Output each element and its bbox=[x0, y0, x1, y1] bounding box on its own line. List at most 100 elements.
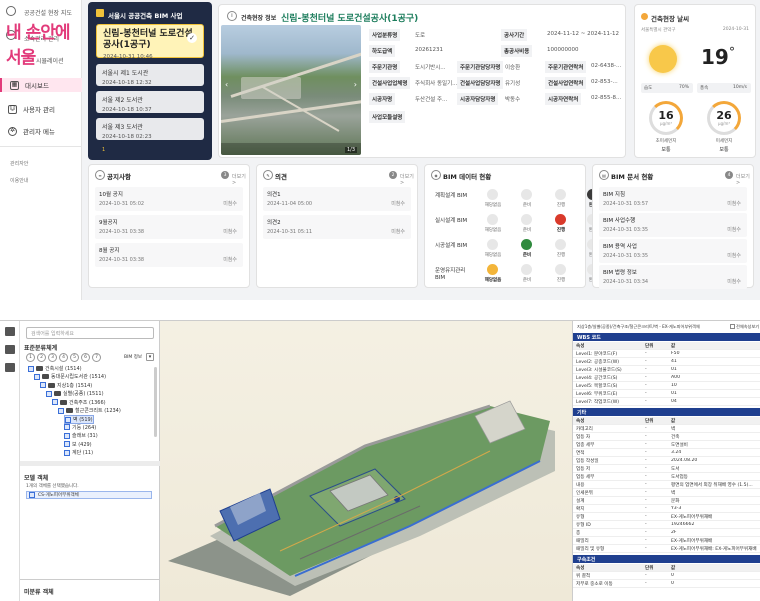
table-row[interactable]: 업등 저 - 도서 bbox=[573, 465, 760, 473]
table-row[interactable]: 저부로 중소로 이동 - 0 bbox=[573, 580, 760, 588]
nav-admin[interactable]: ✲ 관리자 메뉴 bbox=[8, 124, 55, 138]
level-button[interactable]: 2 bbox=[37, 353, 46, 362]
notices-more-link[interactable]: 더보기 > bbox=[232, 173, 249, 186]
minor-link-1[interactable]: 관리자안 bbox=[10, 160, 28, 167]
checkbox[interactable] bbox=[64, 441, 70, 448]
tree-node[interactable]: 계단 (11) bbox=[64, 449, 93, 456]
table-row[interactable]: Level5: 목할코드(S) - 10 bbox=[573, 382, 760, 390]
table-row[interactable]: Level6: 부위코드(E) - 01 bbox=[573, 390, 760, 398]
list-item[interactable]: 9월공지 2024-10-31 03:38 미첨수 bbox=[95, 215, 243, 239]
table-row[interactable]: 패밀리 - EX-게노피어부위재배 bbox=[573, 537, 760, 545]
checkbox[interactable] bbox=[64, 432, 70, 439]
checkbox[interactable] bbox=[52, 399, 58, 406]
table-row[interactable]: Level3: 시설물코드(S) - 01 bbox=[573, 366, 760, 374]
checkbox[interactable] bbox=[65, 416, 71, 423]
panel-divider[interactable] bbox=[20, 461, 160, 466]
hierarchy-icon[interactable] bbox=[5, 363, 15, 372]
table-row[interactable]: 설계 - 문화 bbox=[573, 497, 760, 505]
table-row[interactable]: 입등 작성일 - 2024.08.20 bbox=[573, 457, 760, 465]
table-row[interactable]: Level1: 분야코드(F) - F50 bbox=[573, 350, 760, 358]
checkbox[interactable] bbox=[730, 324, 735, 329]
table-row[interactable]: 업종 세부 - 도면설비 bbox=[573, 441, 760, 449]
tree-node[interactable]: 지상1층 (1514) bbox=[40, 382, 92, 389]
field-key: 공사기간 bbox=[501, 29, 528, 41]
table-row[interactable]: Level7: 작업코드(W) - 04 bbox=[573, 398, 760, 406]
opinions-more-link[interactable]: 더보기 > bbox=[400, 173, 417, 186]
tree-node[interactable]: 기둥 (264) bbox=[64, 424, 96, 431]
tree-scrollbar[interactable] bbox=[154, 367, 157, 437]
table-row[interactable]: 면적 - 3.24 bbox=[573, 449, 760, 457]
page-number[interactable]: 1 bbox=[102, 147, 105, 153]
tree-node[interactable]: 슬래브 (31) bbox=[64, 432, 98, 439]
checkbox[interactable] bbox=[64, 449, 70, 456]
bim-info-label[interactable]: BIM 정보 bbox=[124, 354, 142, 360]
table-row[interactable]: 유형 - EX-게노피어부위재배 bbox=[573, 513, 760, 521]
prev-arrow-icon[interactable]: ‹ bbox=[225, 80, 228, 89]
section-header[interactable]: WBS 코드 bbox=[573, 333, 760, 341]
table-row[interactable]: 업등 세부 - 도서업등 bbox=[573, 473, 760, 481]
map-link[interactable]: 공공건설 현장 지도 bbox=[24, 8, 72, 17]
tree-node[interactable]: 건축시설 (1514) bbox=[28, 365, 82, 372]
checkbox[interactable] bbox=[29, 492, 35, 498]
3d-model-canvas[interactable] bbox=[160, 321, 572, 601]
section-header[interactable]: 기타 bbox=[573, 408, 760, 416]
table-row[interactable]: 유형 ID - 19246662 bbox=[573, 521, 760, 529]
field-value: 02-855-8... bbox=[591, 95, 622, 101]
level-button[interactable]: 5 bbox=[70, 353, 79, 362]
section-header[interactable]: 구속조건 bbox=[573, 555, 760, 563]
next-arrow-icon[interactable]: › bbox=[354, 80, 357, 89]
checkbox[interactable] bbox=[46, 390, 52, 397]
checkbox[interactable] bbox=[28, 365, 34, 372]
model-item[interactable]: CS-게노피어부위객체 bbox=[26, 491, 152, 499]
tree-node[interactable]: 건축주조 (1366) bbox=[52, 399, 106, 406]
table-row[interactable]: 인셰온뮈 - 벽 bbox=[573, 489, 760, 497]
level-button[interactable]: 3 bbox=[48, 353, 57, 362]
checkbox[interactable] bbox=[40, 382, 46, 389]
table-row[interactable]: Level4: 공간코드(S) - A00 bbox=[573, 374, 760, 382]
nav-dashboard[interactable]: ▦ 대시보드 bbox=[0, 78, 82, 92]
layers-icon[interactable] bbox=[5, 327, 15, 336]
table-row[interactable]: 확지 - Y3-3 bbox=[573, 505, 760, 513]
list-item[interactable]: 의견2 2024-10-31 05:11 미첨수 bbox=[263, 215, 411, 239]
tree-node[interactable]: 철근콘크리트 (1234) bbox=[58, 407, 121, 414]
search-input[interactable]: 검색어를 입력하세요 bbox=[26, 327, 154, 339]
simulation-link[interactable]: 시뮬레이션 bbox=[36, 56, 64, 65]
level-button[interactable]: 1 bbox=[26, 353, 35, 362]
pm10-unit: μg/m³ bbox=[660, 121, 672, 126]
table-row[interactable]: 카테고리 - 벽 bbox=[573, 425, 760, 433]
table-row[interactable]: 내용 - 평면의 업면에서 외장 뒤재배 영수 (1.5)... bbox=[573, 481, 760, 489]
level-button[interactable]: 7 bbox=[92, 353, 101, 362]
project-card[interactable]: 서울 제3 도서관 2024-10-18 02:23 bbox=[96, 118, 204, 140]
checkbox[interactable] bbox=[58, 407, 64, 414]
project-card[interactable]: 서울시 제1 도시관 2024-10-18 12:32 bbox=[96, 64, 204, 86]
bim-docs-more-link[interactable]: 더보기 > bbox=[736, 173, 753, 186]
table-row[interactable]: 위 결척 - 0 bbox=[573, 572, 760, 580]
list-item[interactable]: 8월 공지 2024-10-31 03:38 미첨수 bbox=[95, 243, 243, 267]
list-item[interactable]: 의견1 2024-11-04 05:00 미첨수 bbox=[263, 187, 411, 211]
table-row[interactable]: 업등 자 - 건축 bbox=[573, 433, 760, 441]
checkbox[interactable] bbox=[34, 373, 40, 380]
project-title: 서울 제3 도서관 bbox=[102, 124, 143, 131]
project-card-selected[interactable]: 신림-봉천터널 도로건설공사(1공구) 2024-10-31 10:46 ✓ bbox=[96, 24, 204, 60]
list-item[interactable]: BIM 지침 2024-10-31 03:57 미첨수 bbox=[599, 187, 747, 211]
list-item[interactable]: BIM 용역 사업 2024-10-31 03:35 미첨수 bbox=[599, 239, 747, 263]
project-card[interactable]: 서울 제2 도서관 2024-10-18 10:37 bbox=[96, 91, 204, 113]
tree-node[interactable]: 동대문시립도서관 (1514) bbox=[34, 373, 106, 380]
level-button[interactable]: 6 bbox=[81, 353, 90, 362]
table-row[interactable]: Level2: 공종코드(W) - 41 bbox=[573, 358, 760, 366]
list-item[interactable]: 10월 공지 2024-10-31 05:02 미첨수 bbox=[95, 187, 243, 211]
tree-node[interactable]: 실별(공종) (1511) bbox=[46, 390, 104, 397]
list-item[interactable]: BIM 법령 정보 2024-10-31 03:34 미첨수 bbox=[599, 265, 747, 289]
chevron-down-icon[interactable]: ▾ bbox=[146, 353, 154, 361]
tree-node[interactable]: 보 (429) bbox=[64, 441, 92, 448]
nav-users[interactable]: ☺ 사용자 관리 bbox=[8, 102, 55, 116]
minor-link-2[interactable]: 이용안내 bbox=[10, 177, 28, 184]
list-item[interactable]: BIM 사업수행 2024-10-31 03:35 미첨수 bbox=[599, 213, 747, 237]
level-button[interactable]: 4 bbox=[59, 353, 68, 362]
site-photo[interactable]: 1/3 ‹ › bbox=[221, 25, 361, 155]
checkbox[interactable] bbox=[64, 424, 70, 431]
table-row[interactable]: 패밀리 및 유형 - EX-게노피어부위재배: EX-게노피어부위재배 bbox=[573, 545, 760, 553]
table-row[interactable]: 층 - 2F bbox=[573, 529, 760, 537]
cube-icon[interactable] bbox=[5, 345, 15, 354]
status-dot bbox=[487, 264, 498, 275]
